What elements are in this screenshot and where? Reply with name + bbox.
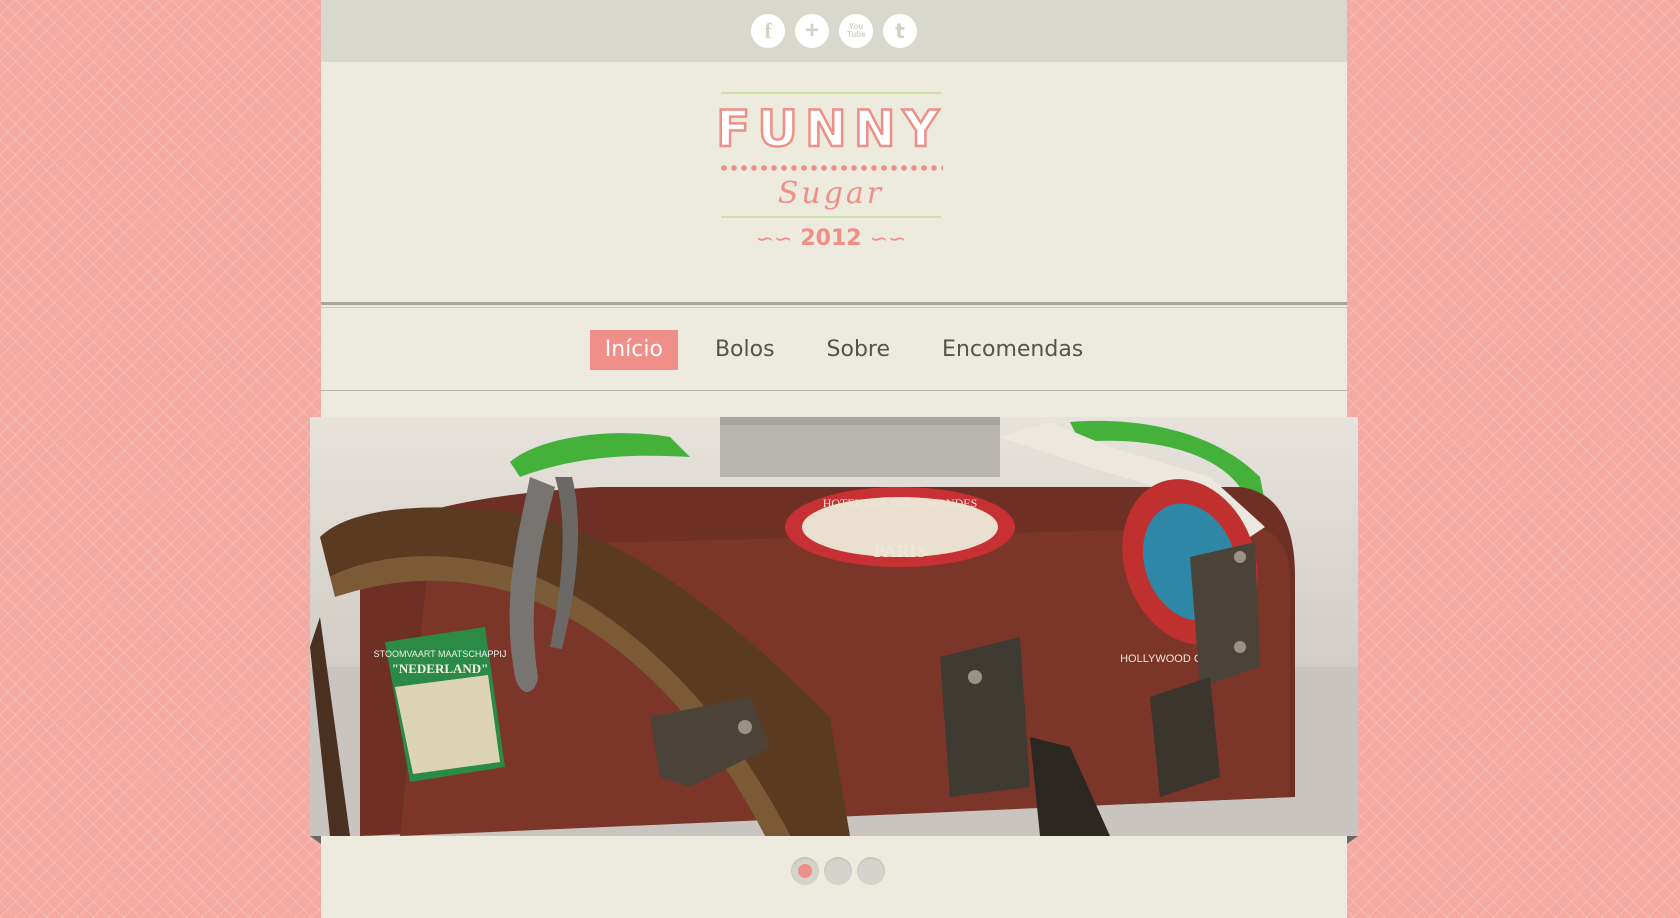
logo-title: FUNNY: [715, 99, 946, 160]
slider-fold-right: [1347, 836, 1358, 844]
social-bar: f + You Tube t: [321, 0, 1347, 62]
logo-subtitle: Sugar: [777, 176, 885, 211]
logo-year-row: ∽∽ 2012 ∽∽: [706, 226, 956, 251]
svg-text:HOTEL DES DEUX MONDES: HOTEL DES DEUX MONDES: [823, 496, 978, 510]
header-divider-thin: [321, 307, 1347, 308]
google-plus-icon[interactable]: +: [795, 14, 829, 48]
site-logo[interactable]: FUNNY Sugar ∽∽ 2012 ∽∽: [706, 92, 956, 282]
slider-dot-1[interactable]: [791, 857, 819, 885]
swirl-left-icon: ∽∽: [755, 225, 793, 251]
nav-item-inicio[interactable]: Início: [589, 330, 678, 370]
slider-fold-left: [310, 836, 321, 844]
logo-year: 2012: [800, 226, 862, 251]
youtube-icon[interactable]: You Tube: [839, 14, 873, 48]
facebook-icon[interactable]: f: [751, 14, 785, 48]
nav-item-sobre[interactable]: Sobre: [812, 330, 906, 370]
logo-dots: [719, 164, 943, 172]
image-slider[interactable]: HOTEL DES DEUX MONDES PARIS HOLLYWOOD CA…: [310, 417, 1358, 836]
logo-rule-bottom: [721, 216, 941, 218]
main-nav: Início Bolos Sobre Encomendas: [321, 330, 1347, 370]
svg-text:STOOMVAART MAATSCHAPPIJ: STOOMVAART MAATSCHAPPIJ: [374, 649, 507, 659]
logo-rule-top: [721, 92, 941, 94]
slider-dot-2[interactable]: [824, 857, 852, 885]
svg-text:PARIS: PARIS: [874, 541, 927, 561]
slide-image-suitcase-cake: HOTEL DES DEUX MONDES PARIS HOLLYWOOD CA…: [310, 417, 1358, 836]
twitter-icon[interactable]: t: [883, 14, 917, 48]
nav-divider: [321, 390, 1347, 391]
nav-item-bolos[interactable]: Bolos: [700, 330, 790, 370]
slider-dot-3[interactable]: [857, 857, 885, 885]
swirl-right-icon: ∽∽: [869, 225, 907, 251]
header-divider: [321, 302, 1347, 305]
svg-text:"NEDERLAND": "NEDERLAND": [392, 661, 489, 676]
nav-item-encomendas[interactable]: Encomendas: [927, 330, 1098, 370]
slider-pagination: [791, 857, 885, 885]
